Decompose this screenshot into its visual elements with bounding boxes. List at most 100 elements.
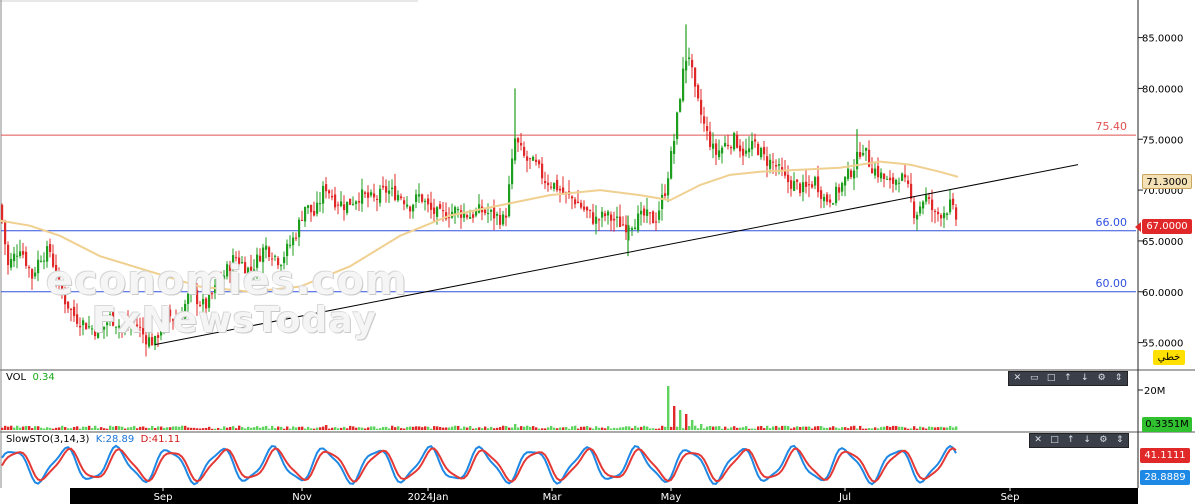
candle-body	[916, 214, 919, 220]
volume-bar	[634, 425, 637, 430]
volume-bar	[934, 427, 937, 430]
candle-body	[919, 206, 922, 214]
volume-bar	[151, 425, 154, 430]
candle-body	[163, 310, 166, 330]
volume-bar	[214, 428, 217, 430]
candle-body	[91, 328, 94, 330]
candle-body	[184, 303, 187, 319]
volume-bar	[925, 428, 928, 430]
volume-bar	[142, 426, 145, 430]
volume-bar	[883, 426, 886, 430]
volume-bar	[61, 425, 64, 430]
candle-body	[550, 186, 553, 188]
candle-body	[457, 209, 460, 211]
candle-body	[487, 212, 490, 214]
price-tick-label: 80.0000	[1142, 84, 1183, 95]
volume-bar	[370, 426, 373, 430]
chart-type-tag[interactable]: خطي	[1153, 350, 1185, 365]
volume-bar	[796, 426, 799, 430]
volume-bar	[16, 425, 19, 430]
move-down-icon[interactable]: ↓	[1078, 372, 1092, 385]
maximize-icon[interactable]: □	[1044, 372, 1058, 385]
volume-bar	[43, 428, 46, 430]
volume-bar	[235, 428, 238, 430]
volume-bar	[322, 426, 325, 430]
close-icon[interactable]: ✕	[1010, 372, 1024, 385]
volume-bar	[79, 428, 82, 430]
volume-bar	[457, 425, 460, 430]
volume-bar	[742, 427, 745, 430]
volume-bar	[40, 427, 43, 430]
volume-bar	[598, 427, 601, 430]
volume-bar	[319, 427, 322, 430]
settings-icon[interactable]: ⚙	[1095, 372, 1109, 385]
volume-bar	[259, 427, 262, 430]
candle-body	[58, 276, 61, 282]
settings-icon[interactable]: ⚙	[1096, 434, 1110, 447]
candle-body	[709, 131, 712, 147]
volume-bar	[334, 427, 337, 430]
volume-bar	[253, 427, 256, 430]
candle-body	[733, 133, 736, 150]
candle-body	[247, 267, 250, 276]
scroll-icon[interactable]: ⇕	[1113, 434, 1127, 447]
candle-body	[55, 265, 58, 279]
candle-body	[667, 178, 670, 196]
candle-body	[355, 201, 358, 204]
maximize-icon[interactable]: □	[1047, 434, 1061, 447]
candle-body	[160, 327, 163, 336]
candle-body	[619, 216, 622, 227]
volume-bar	[205, 427, 208, 430]
candle-body	[169, 309, 172, 317]
candle-body	[1, 204, 4, 221]
volume-bar	[403, 428, 406, 430]
volume-bar	[421, 427, 424, 430]
volume-bar	[229, 426, 232, 430]
close-icon[interactable]: ✕	[1031, 434, 1045, 447]
candle-body	[79, 325, 82, 328]
horizontal-level-label: 66.00	[1096, 216, 1128, 229]
time-tick-label: Sep	[1001, 492, 1020, 503]
candle-body	[697, 85, 700, 99]
move-down-icon[interactable]: ↓	[1080, 434, 1094, 447]
volume-bar	[94, 425, 97, 430]
candle-body	[46, 246, 49, 262]
candle-body	[289, 244, 292, 246]
candle-body	[634, 227, 637, 230]
candle-body	[343, 204, 346, 211]
candle-body	[346, 201, 349, 214]
candle-body	[439, 204, 442, 209]
volume-bar	[10, 425, 13, 430]
candle-body	[16, 255, 19, 257]
candle-body	[103, 326, 106, 330]
candle-body	[640, 210, 643, 215]
volume-bar	[874, 427, 877, 430]
candle-body	[274, 255, 277, 257]
move-up-icon[interactable]: ↑	[1064, 434, 1078, 447]
candle-body	[94, 329, 97, 337]
volume-value: 0.34	[32, 372, 55, 383]
candle-body	[271, 258, 274, 260]
candle-body	[490, 209, 493, 212]
volume-bar	[511, 427, 514, 430]
volume-bar	[424, 426, 427, 430]
candle-body	[202, 298, 205, 305]
candle-body	[19, 251, 22, 257]
volume-bar	[643, 425, 646, 430]
volume-bar	[799, 426, 802, 430]
candle-body	[319, 203, 322, 205]
volume-bar	[274, 428, 277, 430]
candle-body	[472, 214, 475, 218]
candle-body	[928, 197, 931, 199]
volume-bar	[787, 426, 790, 430]
candle-body	[427, 198, 430, 205]
move-up-icon[interactable]: ↑	[1061, 372, 1075, 385]
minimize-icon[interactable]: ▭	[1027, 372, 1041, 385]
volume-bar	[505, 426, 508, 430]
scroll-icon[interactable]: ⇕	[1111, 372, 1125, 385]
candle-body	[157, 335, 160, 338]
candle-body	[586, 207, 589, 211]
candle-body	[133, 320, 136, 322]
candle-body	[700, 99, 703, 115]
volume-bar	[391, 425, 394, 430]
